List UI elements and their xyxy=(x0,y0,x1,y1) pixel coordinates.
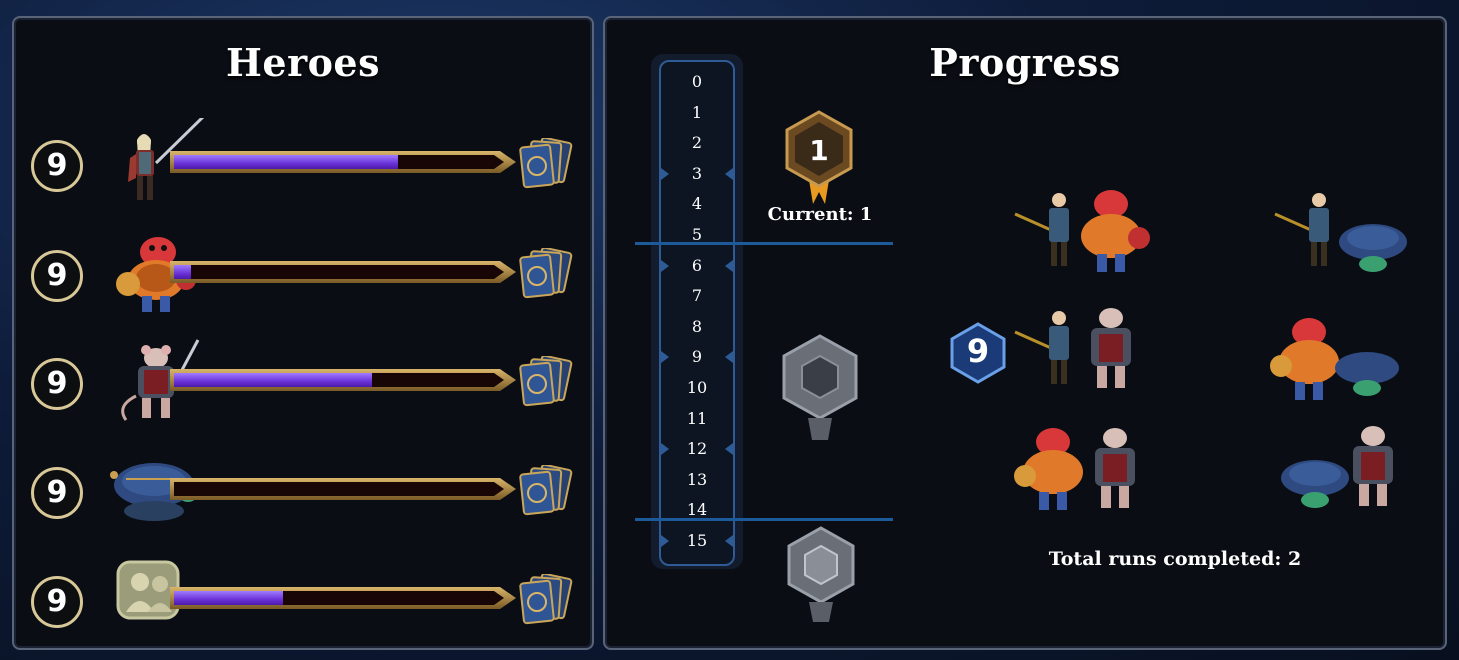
track-tick-marker xyxy=(661,167,669,180)
card-deck-icon[interactable] xyxy=(518,465,576,517)
total-runs-label: Total runs completed: 2 xyxy=(1048,548,1302,570)
track-level-number: 11 xyxy=(686,408,708,428)
track-level-number: 13 xyxy=(686,469,708,489)
current-rank-number: 1 xyxy=(809,134,828,167)
track-level-number: 0 xyxy=(691,72,703,91)
xp-fill xyxy=(174,155,398,169)
party-ogre-turtle-icon xyxy=(1270,318,1399,400)
party-mage-ogre-icon xyxy=(1014,190,1150,272)
track-tick-marker xyxy=(725,167,733,180)
hero-row[interactable]: 9 xyxy=(14,336,592,426)
track-tick-marker xyxy=(725,351,733,364)
party-mage-rat-icon xyxy=(1014,308,1131,388)
silver-rank-emblem-icon xyxy=(787,526,855,622)
level-track: 0 1 2 3 4 5 6 7 8 9 10 11 12 13 14 15 xyxy=(651,54,743,569)
xp-fill xyxy=(174,373,372,387)
card-deck-icon[interactable] xyxy=(518,248,576,300)
track-level-number: 4 xyxy=(691,194,703,214)
xp-bar xyxy=(170,151,516,173)
party-ogre-rat-icon xyxy=(1014,428,1135,510)
xp-bar xyxy=(170,369,516,391)
hero-row[interactable]: 9 xyxy=(14,118,592,208)
track-level-number: 14 xyxy=(686,500,708,520)
track-tick-marker xyxy=(725,443,733,456)
track-tick-marker xyxy=(661,535,669,547)
party-mage-turtle-icon xyxy=(1274,193,1407,272)
track-level-number: 15 xyxy=(686,531,708,550)
track-level-number: 2 xyxy=(691,133,703,153)
track-tick-marker xyxy=(725,535,733,547)
gold-rank-emblem-icon: 1 xyxy=(785,110,853,204)
hero-level-badge: 9 xyxy=(31,140,83,192)
track-tick-marker xyxy=(725,259,733,272)
track-level-number: 3 xyxy=(691,163,703,183)
xp-fill xyxy=(174,265,191,279)
track-tick-marker xyxy=(661,351,669,364)
track-level-number: 1 xyxy=(691,102,703,122)
xp-bar xyxy=(170,587,516,609)
track-level-number: 6 xyxy=(691,255,703,275)
party-level-badge: 9 xyxy=(949,322,1007,384)
hero-row[interactable]: 9 xyxy=(14,445,592,535)
card-deck-icon[interactable] xyxy=(518,356,576,408)
track-level-number: 9 xyxy=(691,347,703,367)
hero-level-badge: 9 xyxy=(31,250,83,302)
heroes-title: Heroes xyxy=(225,40,381,85)
heroes-panel: Heroes 9 9 9 9 9 xyxy=(12,16,594,650)
silver-rank-emblem-icon xyxy=(782,334,858,440)
track-tick-marker xyxy=(661,443,669,456)
current-rank-label: Current: 1 xyxy=(767,204,873,225)
xp-fill xyxy=(174,591,283,605)
tier-divider xyxy=(635,518,893,521)
party-turtle-rat-icon xyxy=(1281,426,1393,508)
track-tick-marker xyxy=(661,259,669,272)
card-deck-icon[interactable] xyxy=(518,574,576,626)
track-level-number: 8 xyxy=(691,316,703,336)
track-level-number: 12 xyxy=(686,439,708,459)
progress-panel: Progress 0 1 2 3 4 5 6 7 8 9 10 11 12 13 14 15 1 Curren… xyxy=(603,16,1447,650)
hero-level-badge: 9 xyxy=(31,467,83,519)
track-level-number: 10 xyxy=(686,378,708,397)
xp-bar xyxy=(170,261,516,283)
track-level-number: 7 xyxy=(691,286,703,306)
tier-divider xyxy=(635,242,893,245)
hero-row[interactable]: 9 xyxy=(14,554,592,644)
hero-level-badge: 9 xyxy=(31,358,83,410)
xp-bar xyxy=(170,478,516,500)
card-deck-icon[interactable] xyxy=(518,138,576,190)
hero-level-badge: 9 xyxy=(31,576,83,628)
hero-row[interactable]: 9 xyxy=(14,228,592,318)
